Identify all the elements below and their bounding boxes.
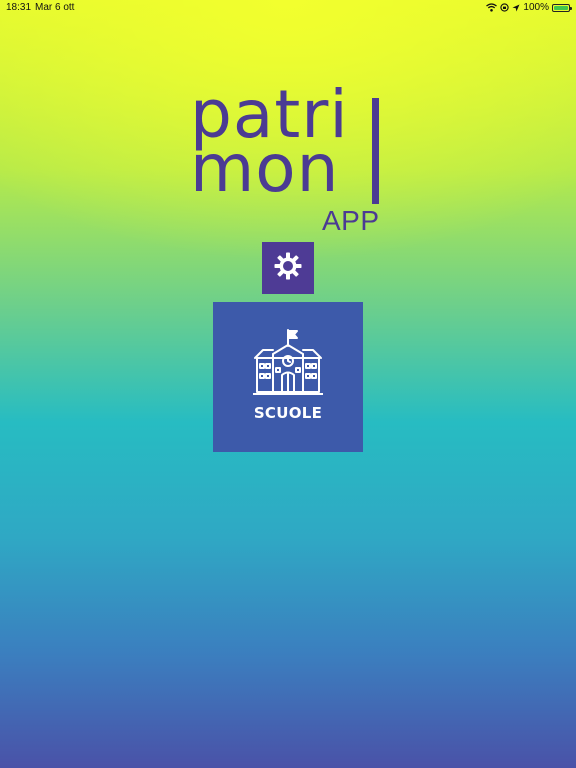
status-date: Mar 6 ott: [35, 2, 75, 13]
logo-app-label: APP: [322, 205, 380, 236]
battery-percent: 100%: [523, 2, 549, 13]
scuole-tile[interactable]: SCUOLE: [213, 302, 363, 452]
scuole-label: SCUOLE: [253, 404, 323, 422]
status-indicators: 100%: [486, 2, 572, 13]
patrimoni-app-logo: patri mon APP: [190, 82, 390, 238]
screen-lock-icon: [500, 3, 510, 12]
location-icon: [512, 4, 520, 12]
gear-icon: [273, 251, 303, 286]
logo-bar: [372, 98, 379, 204]
logo-line-2: mon: [190, 130, 340, 207]
wifi-icon: [486, 3, 498, 12]
settings-button[interactable]: [262, 242, 314, 294]
school-building-icon: [252, 328, 324, 401]
status-bar: 18:31 Mar 6 ott 100%: [0, 0, 576, 16]
battery-icon: [552, 3, 572, 12]
status-time: 18:31: [6, 2, 32, 13]
